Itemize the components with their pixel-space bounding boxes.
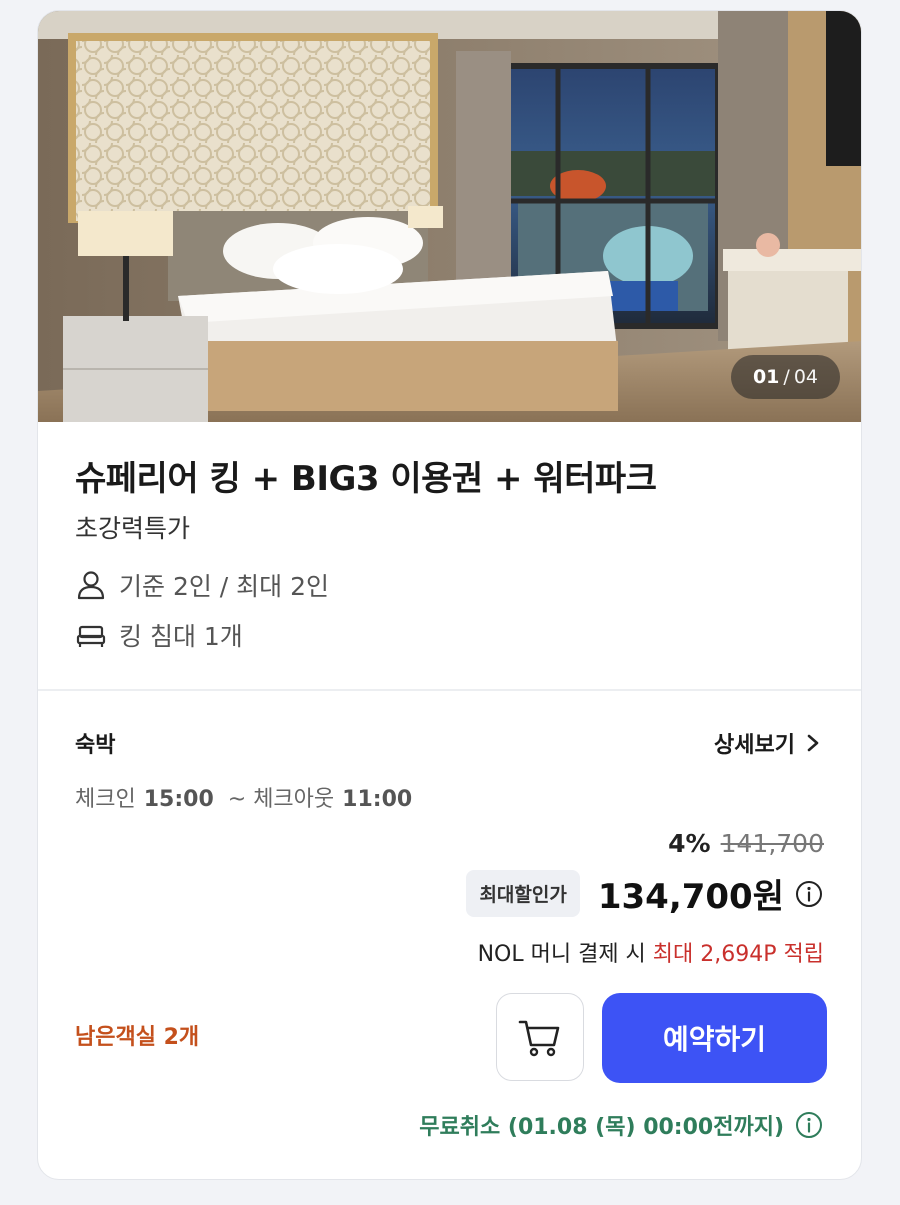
original-price: 141,700 — [720, 829, 824, 858]
occupancy-row: 기준 2인 / 최대 2인 — [75, 567, 329, 603]
occupancy-text: 기준 2인 / 최대 2인 — [119, 572, 330, 601]
gallery-total: 04 — [793, 366, 818, 388]
checkout-time: 11:00 — [342, 787, 413, 812]
chevron-right-icon — [807, 734, 819, 752]
checkout-label: ~ 체크아웃 — [227, 787, 335, 812]
checkin-time: 15:00 — [143, 787, 214, 812]
info-icon[interactable] — [794, 879, 824, 909]
room-photo[interactable]: 01 / 04 — [38, 11, 861, 422]
gallery-separator: / — [783, 366, 790, 388]
gallery-pager[interactable]: 01 / 04 — [730, 355, 840, 399]
points-highlight: 최대 2,694P 적립 — [652, 942, 824, 967]
cancellation-info-icon[interactable] — [794, 1110, 824, 1140]
person-icon — [77, 571, 105, 600]
free-cancellation: 무료취소 (01.08 (목) 00:00전까지) — [419, 1109, 824, 1141]
bed-text: 킹 침대 1개 — [119, 622, 243, 651]
points-prefix: NOL 머니 결제 시 — [477, 942, 653, 967]
points-info: NOL 머니 결제 시 최대 2,694P 적립 — [478, 936, 824, 968]
gallery-current: 01 — [752, 366, 780, 388]
bed-icon — [76, 625, 106, 647]
checkin-label: 체크인 — [75, 787, 136, 812]
room-card: 01 / 04 슈페리어 킹 + BIG3 이용권 + 워터파크 초강력특가 기… — [37, 10, 862, 1180]
discount-percent: 4% — [668, 829, 711, 858]
cart-icon — [518, 1020, 560, 1057]
final-price: 134,700원 — [597, 877, 784, 917]
add-to-cart-button[interactable] — [496, 993, 584, 1081]
details-link[interactable]: 상세보기 — [714, 727, 821, 759]
bed-row: 킹 침대 1개 — [75, 617, 243, 653]
cancellation-text: 무료취소 (01.08 (목) 00:00전까지) — [419, 1115, 784, 1140]
price-row: 최대할인가 134,700원 — [466, 869, 824, 918]
stay-label: 숙박 — [75, 733, 116, 758]
book-button[interactable]: 예약하기 — [602, 993, 827, 1083]
max-discount-badge: 최대할인가 — [466, 870, 580, 917]
section-divider — [38, 689, 861, 691]
remaining-rooms: 남은객실 2개 — [75, 1025, 200, 1050]
check-times: 체크인 15:00 ~ 체크아웃 11:00 — [75, 781, 412, 813]
room-title: 슈페리어 킹 + BIG3 이용권 + 워터파크 — [75, 459, 657, 499]
room-subtitle: 초강력특가 — [75, 514, 191, 543]
details-link-label: 상세보기 — [714, 733, 795, 758]
discount-row: 4% 141,700 — [668, 829, 824, 858]
